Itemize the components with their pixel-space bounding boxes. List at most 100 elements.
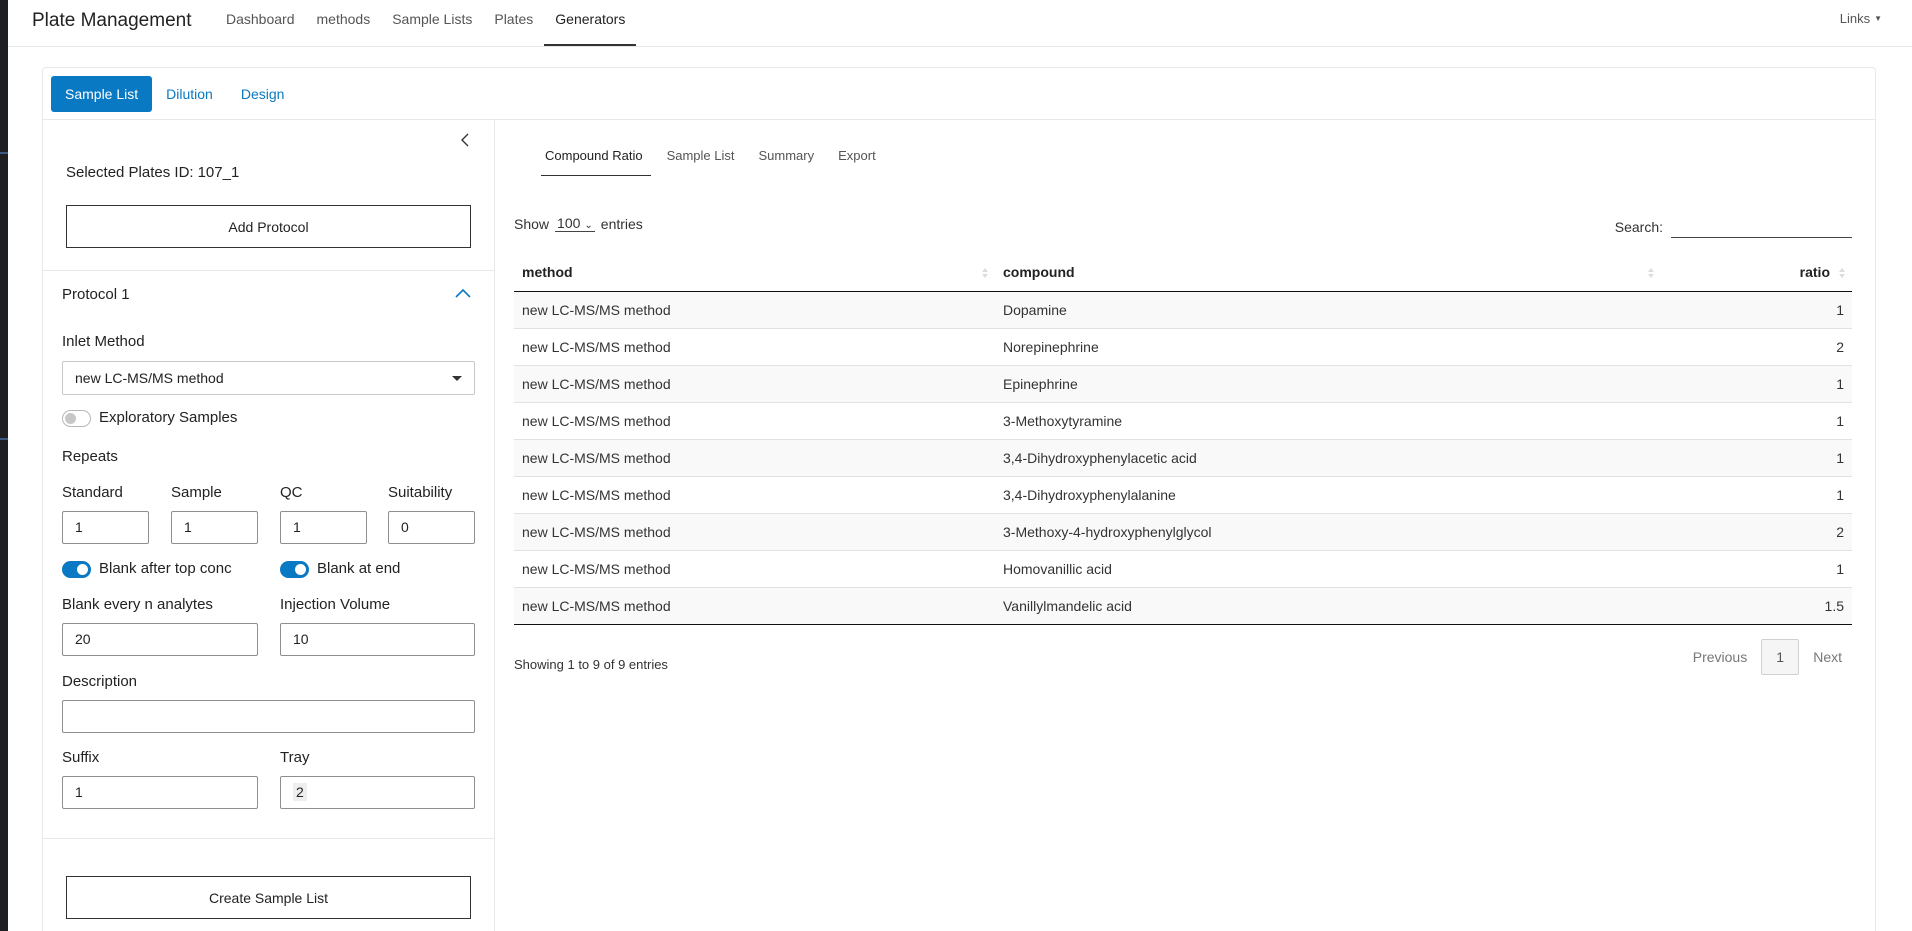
- nav-item-plates[interactable]: Plates: [483, 0, 544, 46]
- create-sample-list-button[interactable]: Create Sample List: [66, 876, 471, 919]
- table-row[interactable]: new LC-MS/MS method 3-Methoxy-4-hydroxyph…: [514, 512, 1852, 550]
- table-row[interactable]: new LC-MS/MS method 3,4-Dihydroxyphenylac…: [514, 438, 1852, 476]
- cell-ratio: 1: [1661, 438, 1852, 476]
- tab-sample-list-preview[interactable]: Sample List: [663, 138, 743, 176]
- edge-mark: [0, 152, 8, 154]
- nav-item-dashboard[interactable]: Dashboard: [215, 0, 306, 46]
- column-header-ratio[interactable]: ratio: [1661, 254, 1852, 292]
- standard-repeats-input[interactable]: 1: [62, 511, 149, 544]
- nav-items: Dashboard methods Sample Lists Plates Ge…: [215, 0, 637, 47]
- table-header-row: method compound ratio: [514, 254, 1852, 292]
- next-page-button[interactable]: Next: [1813, 649, 1842, 665]
- page-length-control: Show 100 ⌄ entries: [514, 215, 643, 232]
- add-protocol-button[interactable]: Add Protocol: [66, 205, 471, 248]
- page-length-value: 100: [557, 215, 581, 231]
- cell-ratio: 1: [1661, 549, 1852, 587]
- table-body: new LC-MS/MS method Dopamine 1 new LC-MS/MS…: [514, 290, 1852, 625]
- blank-at-end-toggle[interactable]: [280, 561, 309, 578]
- cell-compound: 3-Methoxy-4-hydroxyphenylglycol: [995, 512, 1661, 550]
- cell-method: new LC-MS/MS method: [514, 512, 995, 550]
- protocol-title[interactable]: Protocol 1: [62, 286, 130, 303]
- generator-tabs: Sample List Dilution Design: [51, 76, 298, 112]
- tray-value: 2: [293, 783, 307, 801]
- tab-dilution[interactable]: Dilution: [152, 76, 227, 112]
- cell-ratio: 1: [1661, 290, 1852, 328]
- qc-repeats-input[interactable]: 1: [280, 511, 367, 544]
- main-panel: Compound Ratio Sample List Summary Expor…: [496, 120, 1876, 931]
- caret-down-icon: ▼: [1874, 14, 1882, 23]
- column-label: compound: [1003, 264, 1075, 281]
- selected-plates: Selected Plates ID: 107_1: [66, 164, 239, 181]
- app-brand[interactable]: Plate Management: [32, 10, 192, 32]
- qc-label: QC: [280, 484, 303, 501]
- selected-plates-value: 107_1: [197, 164, 240, 181]
- blank-every-input[interactable]: 20: [62, 623, 258, 656]
- cell-compound: 3,4-Dihydroxyphenylalanine: [995, 475, 1661, 513]
- tab-compound-ratio[interactable]: Compound Ratio: [541, 138, 651, 176]
- blank-after-top-conc-toggle[interactable]: [62, 561, 91, 578]
- cell-compound: Epinephrine: [995, 364, 1661, 402]
- table-info: Showing 1 to 9 of 9 entries: [514, 657, 668, 672]
- cell-method: new LC-MS/MS method: [514, 475, 995, 513]
- nav-item-methods[interactable]: methods: [306, 0, 382, 46]
- entries-label: entries: [600, 215, 643, 232]
- suffix-label: Suffix: [62, 749, 100, 766]
- blank-after-top-conc-label: Blank after top conc: [99, 560, 232, 577]
- injection-volume-input[interactable]: 10: [280, 623, 475, 656]
- chevron-left-icon[interactable]: [457, 130, 473, 150]
- divider: [43, 838, 494, 839]
- suitability-label: Suitability: [388, 484, 453, 501]
- description-input[interactable]: [62, 700, 475, 733]
- tab-sample-list[interactable]: Sample List: [51, 76, 153, 112]
- selected-plates-label: Selected Plates ID:: [66, 164, 194, 181]
- left-window-edge: [0, 0, 8, 931]
- nav-item-sample-lists[interactable]: Sample Lists: [381, 0, 483, 46]
- injection-volume-label: Injection Volume: [280, 596, 391, 613]
- inlet-method-label: Inlet Method: [62, 333, 145, 350]
- cell-ratio: 1: [1661, 401, 1852, 439]
- cell-ratio: 1: [1661, 475, 1852, 513]
- tab-export[interactable]: Export: [834, 138, 884, 176]
- cell-method: new LC-MS/MS method: [514, 438, 995, 476]
- cell-compound: Norepinephrine: [995, 327, 1661, 365]
- table-search: Search:: [1615, 216, 1852, 238]
- cell-method: new LC-MS/MS method: [514, 290, 995, 328]
- table-row[interactable]: new LC-MS/MS method 3-Methoxytyramine 1: [514, 401, 1852, 439]
- cell-ratio: 1.5: [1661, 586, 1852, 625]
- inlet-method-value: new LC-MS/MS method: [75, 370, 224, 386]
- tab-summary[interactable]: Summary: [754, 138, 822, 176]
- blank-at-end-label: Blank at end: [317, 560, 401, 577]
- search-input[interactable]: [1671, 216, 1852, 238]
- column-header-compound[interactable]: compound: [995, 254, 1661, 292]
- sample-repeats-input[interactable]: 1: [171, 511, 258, 544]
- generator-card: Sample List Dilution Design Selected Pla…: [42, 67, 1876, 931]
- nav-item-generators[interactable]: Generators: [544, 0, 637, 46]
- suffix-input[interactable]: 1: [62, 776, 258, 809]
- sidebar-panel: Selected Plates ID: 107_1 Add Protocol Pr…: [43, 120, 495, 931]
- page-1-button[interactable]: 1: [1761, 639, 1800, 675]
- column-header-method[interactable]: method: [514, 254, 995, 292]
- sort-icon: [982, 268, 988, 278]
- table-row[interactable]: new LC-MS/MS method 3,4-Dihydroxyphenylal…: [514, 475, 1852, 513]
- cell-compound: Vanillylmandelic acid: [995, 586, 1661, 625]
- table-row[interactable]: new LC-MS/MS method Vanillylmandelic acid…: [514, 586, 1852, 625]
- previous-page-button[interactable]: Previous: [1693, 649, 1747, 665]
- tray-input[interactable]: 2: [280, 776, 475, 809]
- inlet-method-select[interactable]: new LC-MS/MS method: [62, 361, 475, 395]
- table-row[interactable]: new LC-MS/MS method Epinephrine 1: [514, 364, 1852, 402]
- suitability-repeats-input[interactable]: 0: [388, 511, 475, 544]
- search-label: Search:: [1614, 219, 1663, 235]
- table-row[interactable]: new LC-MS/MS method Homovanillic acid 1: [514, 549, 1852, 587]
- chevron-up-icon[interactable]: [454, 286, 472, 300]
- table-row[interactable]: new LC-MS/MS method Norepinephrine 2: [514, 327, 1852, 365]
- table-row[interactable]: new LC-MS/MS method Dopamine 1: [514, 290, 1852, 328]
- cell-method: new LC-MS/MS method: [514, 586, 995, 625]
- tab-design[interactable]: Design: [227, 76, 299, 112]
- page-length-select[interactable]: 100 ⌄: [555, 215, 595, 232]
- show-label: Show: [514, 215, 550, 232]
- cell-compound: Homovanillic acid: [995, 549, 1661, 587]
- exploratory-samples-toggle[interactable]: [62, 410, 91, 427]
- links-dropdown[interactable]: Links ▼: [1840, 11, 1882, 26]
- cell-compound: Dopamine: [995, 290, 1661, 328]
- cell-ratio: 1: [1661, 364, 1852, 402]
